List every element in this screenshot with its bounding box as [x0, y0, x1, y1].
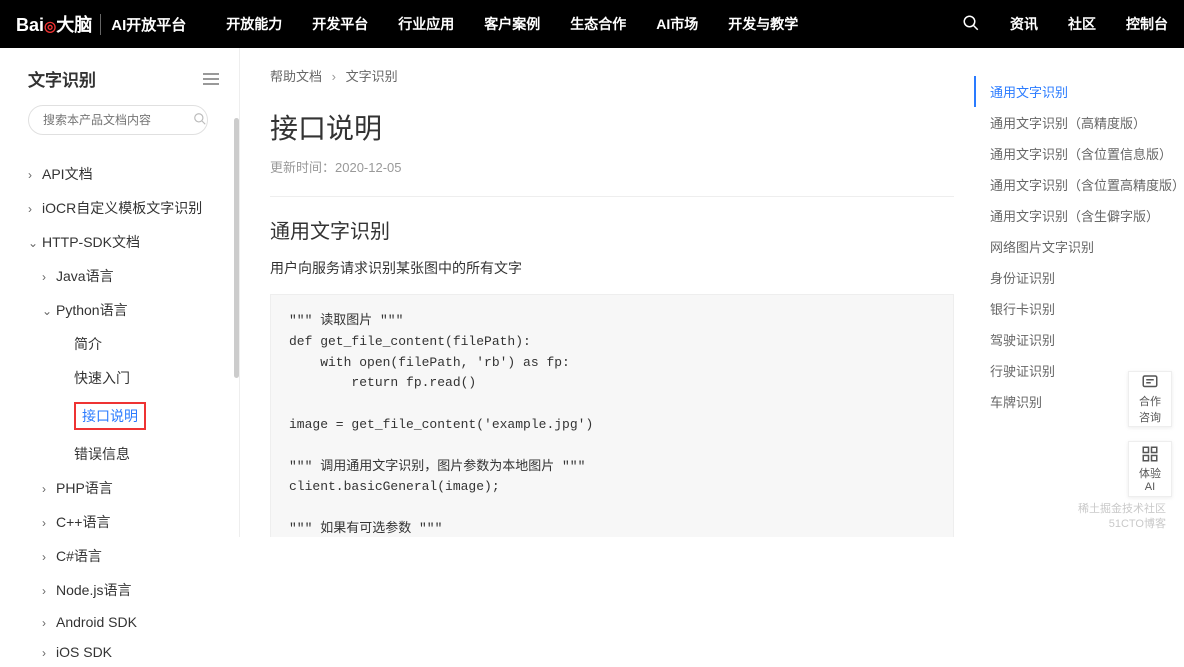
- tree-item[interactable]: › C++语言: [28, 505, 229, 539]
- nav-item[interactable]: 客户案例: [484, 14, 540, 34]
- tool-label: 合作 咨询: [1139, 393, 1161, 425]
- tree-item-label: PHP语言: [56, 480, 113, 496]
- sidebar-search: [28, 105, 229, 135]
- anchor-nav: 通用文字识别通用文字识别（高精度版）通用文字识别（含位置信息版）通用文字识别（含…: [954, 66, 1154, 537]
- anchor-item[interactable]: 身份证识别: [974, 262, 1154, 293]
- brand[interactable]: Bai◎大脑 AI开放平台: [16, 11, 186, 37]
- chevron-right-icon: ›: [42, 516, 52, 530]
- chevron-right-icon: ›: [28, 202, 38, 216]
- nav-item[interactable]: 生态合作: [570, 14, 626, 34]
- scrollbar-thumb[interactable]: [234, 118, 239, 378]
- chevron-right-icon: ›: [42, 646, 52, 660]
- nav-item[interactable]: 社区: [1068, 14, 1096, 34]
- sidebar-title: 文字识别: [28, 66, 96, 91]
- section-desc: 用户向服务请求识别某张图中的所有文字: [270, 258, 954, 278]
- nav-item[interactable]: 资讯: [1010, 14, 1038, 34]
- breadcrumb-item[interactable]: 帮助文档: [270, 69, 322, 84]
- tree-item-label: Node.js语言: [56, 582, 131, 598]
- tree-item-label: 接口说明: [74, 402, 146, 430]
- breadcrumb: 帮助文档 › 文字识别: [270, 66, 954, 85]
- chevron-right-icon: ›: [42, 270, 52, 284]
- tree-item-label: Python语言: [56, 302, 128, 318]
- nav-item[interactable]: 控制台: [1126, 14, 1168, 34]
- tree-item[interactable]: › iOCR自定义模板文字识别: [28, 191, 229, 225]
- nav-item[interactable]: 行业应用: [398, 14, 454, 34]
- chevron-right-icon: ›: [332, 69, 336, 84]
- tree-item[interactable]: ⌄ Python语言: [28, 293, 229, 327]
- tree-item[interactable]: 简介: [28, 327, 229, 361]
- sidebar: 文字识别 › API文档 › iOCR自定义模板文字识别 ⌄ HTTP-SDK文档 › Jav…: [0, 48, 240, 537]
- chevron-down-icon: ⌄: [42, 304, 52, 318]
- chevron-down-icon: ⌄: [28, 236, 38, 250]
- primary-nav: 开放能力 开发平台 行业应用 客户案例 生态合作 AI市场 开发与教学: [226, 14, 798, 34]
- chevron-right-icon: ›: [42, 584, 52, 598]
- scrollbar-track: [234, 48, 239, 537]
- tree-item-label: 错误信息: [74, 446, 130, 462]
- anchor-item[interactable]: 通用文字识别（高精度版）: [974, 107, 1154, 138]
- tree-item[interactable]: ⌄ HTTP-SDK文档: [28, 225, 229, 259]
- anchor-item[interactable]: 驾驶证识别: [974, 324, 1154, 355]
- chevron-right-icon: ›: [28, 168, 38, 182]
- menu-toggle-icon[interactable]: [203, 73, 219, 85]
- tree-item[interactable]: 错误信息: [28, 437, 229, 471]
- brand-sub: AI开放平台: [100, 14, 186, 35]
- chevron-right-icon: ›: [42, 482, 52, 496]
- chevron-right-icon: ›: [42, 550, 52, 564]
- anchor-item[interactable]: 银行卡识别: [974, 293, 1154, 324]
- tree-item[interactable]: › Android SDK: [28, 607, 229, 637]
- anchor-item[interactable]: 通用文字识别（含生僻字版）: [974, 200, 1154, 231]
- tree-item-label: Java语言: [56, 268, 114, 284]
- anchor-item[interactable]: 通用文字识别（含位置高精度版）: [974, 169, 1154, 200]
- search-input[interactable]: [28, 105, 208, 135]
- floating-tools: 合作 咨询 体验 AI: [1128, 371, 1172, 497]
- top-nav: Bai◎大脑 AI开放平台 开放能力 开发平台 行业应用 客户案例 生态合作 A…: [0, 0, 1184, 48]
- tree-item-label: C#语言: [56, 548, 102, 564]
- nav-item[interactable]: 开放能力: [226, 14, 282, 34]
- brand-logo: Bai◎大脑: [16, 11, 92, 37]
- anchor-item[interactable]: 网络图片文字识别: [974, 231, 1154, 262]
- tree-item[interactable]: › Java语言: [28, 259, 229, 293]
- anchor-item[interactable]: 通用文字识别（含位置信息版）: [974, 138, 1154, 169]
- tree-item-label: iOS SDK: [56, 644, 112, 660]
- breadcrumb-item[interactable]: 文字识别: [346, 69, 398, 84]
- consult-button[interactable]: 合作 咨询: [1128, 371, 1172, 427]
- tree-item-label: iOCR自定义模板文字识别: [42, 200, 202, 216]
- nav-item[interactable]: 开发与教学: [728, 14, 798, 34]
- anchor-item[interactable]: 车牌识别: [974, 386, 1154, 417]
- tree-item-label: HTTP-SDK文档: [42, 234, 140, 250]
- tree-item-label: 快速入门: [74, 370, 130, 386]
- anchor-item[interactable]: 行驶证识别: [974, 355, 1154, 386]
- tree-item[interactable]: › C#语言: [28, 539, 229, 573]
- section-title: 通用文字识别: [270, 215, 954, 244]
- tree-item-label: 简介: [74, 336, 102, 352]
- updated-meta: 更新时间：2020-12-05: [270, 157, 954, 176]
- tree-item[interactable]: › Node.js语言: [28, 573, 229, 607]
- anchor-item[interactable]: 通用文字识别: [974, 76, 1154, 107]
- experience-button[interactable]: 体验 AI: [1128, 441, 1172, 497]
- tree-item[interactable]: 接口说明: [28, 395, 229, 437]
- tool-label: 体验 AI: [1139, 465, 1161, 493]
- watermark: 稀土掘金技术社区 51CTO博客: [1078, 502, 1166, 531]
- search-icon[interactable]: [193, 112, 207, 129]
- tree-item-label: Android SDK: [56, 614, 137, 630]
- nav-tree: › API文档 › iOCR自定义模板文字识别 ⌄ HTTP-SDK文档 › Java语言 ⌄ P…: [28, 157, 229, 667]
- tree-item[interactable]: › iOS SDK: [28, 637, 229, 667]
- tree-item[interactable]: › PHP语言: [28, 471, 229, 505]
- tree-item-label: API文档: [42, 166, 93, 182]
- nav-item[interactable]: 开发平台: [312, 14, 368, 34]
- tree-item-label: C++语言: [56, 514, 110, 530]
- tree-item[interactable]: 快速入门: [28, 361, 229, 395]
- nav-item[interactable]: AI市场: [656, 14, 698, 34]
- main-content: 帮助文档 › 文字识别 接口说明 更新时间：2020-12-05 通用文字识别 …: [240, 48, 1184, 537]
- divider: [270, 196, 954, 197]
- search-icon[interactable]: [962, 14, 980, 35]
- secondary-nav: 资讯 社区 控制台: [962, 14, 1168, 35]
- code-block[interactable]: """ 读取图片 """ def get_file_content(filePa…: [270, 294, 954, 537]
- page-title: 接口说明: [270, 107, 954, 147]
- chevron-right-icon: ›: [42, 616, 52, 630]
- tree-item[interactable]: › API文档: [28, 157, 229, 191]
